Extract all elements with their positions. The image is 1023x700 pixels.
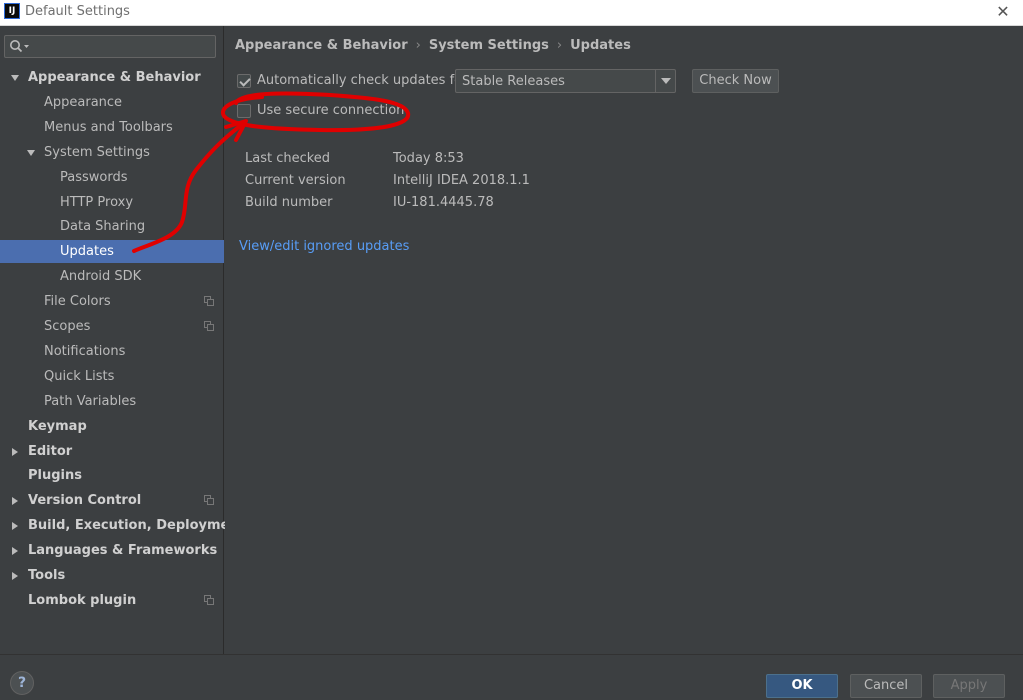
last-checked-value: Today 8:53 bbox=[393, 151, 464, 166]
ok-button[interactable]: OK bbox=[766, 674, 838, 698]
close-icon[interactable]: ✕ bbox=[993, 2, 1013, 22]
sidebar-item-file-colors[interactable]: File Colors bbox=[0, 290, 224, 313]
sidebar-item-version-control[interactable]: Version Control bbox=[0, 489, 224, 512]
sidebar-item-label: Tools bbox=[28, 568, 66, 583]
title-bar: IJ Default Settings ✕ bbox=[0, 0, 1023, 26]
sidebar-item-android-sdk[interactable]: Android SDK bbox=[0, 265, 224, 288]
expand-arrow-right-icon[interactable] bbox=[10, 571, 20, 581]
sidebar-item-system-settings[interactable]: System Settings bbox=[0, 141, 224, 164]
sidebar-item-label: Appearance & Behavior bbox=[28, 70, 201, 85]
breadcrumb-item: Updates bbox=[570, 38, 631, 53]
apply-button[interactable]: Apply bbox=[933, 674, 1005, 698]
search-icon bbox=[10, 40, 29, 53]
breadcrumb-separator-icon: › bbox=[415, 38, 421, 53]
sidebar-item-label: Languages & Frameworks bbox=[28, 543, 218, 558]
chevron-down-icon[interactable] bbox=[655, 70, 675, 92]
auto-check-updates-checkbox[interactable] bbox=[237, 74, 251, 88]
update-channel-value: Stable Releases bbox=[462, 74, 565, 89]
sidebar-item-label: Appearance bbox=[44, 95, 123, 110]
sidebar-item-data-sharing[interactable]: Data Sharing bbox=[0, 215, 224, 238]
sidebar-item-label: Quick Lists bbox=[44, 369, 115, 384]
sidebar-item-http-proxy[interactable]: HTTP Proxy bbox=[0, 191, 224, 214]
search-input[interactable] bbox=[4, 35, 216, 58]
project-level-copy-icon bbox=[204, 321, 214, 331]
view-ignored-updates-link[interactable]: View/edit ignored updates bbox=[239, 239, 409, 254]
project-level-copy-icon bbox=[204, 296, 214, 306]
sidebar-item-appearance[interactable]: Appearance bbox=[0, 91, 224, 114]
intellij-app-icon: IJ bbox=[4, 3, 20, 19]
expand-arrow-down-icon[interactable] bbox=[10, 73, 20, 83]
sidebar-item-label: Android SDK bbox=[60, 269, 142, 284]
sidebar-item-editor[interactable]: Editor bbox=[0, 440, 224, 463]
sidebar-item-label: Build, Execution, Deployment bbox=[28, 518, 245, 533]
sidebar-item-label: Passwords bbox=[60, 170, 128, 185]
expand-arrow-down-icon[interactable] bbox=[26, 148, 36, 158]
sidebar-item-passwords[interactable]: Passwords bbox=[0, 166, 224, 189]
build-number-value: IU-181.4445.78 bbox=[393, 195, 494, 210]
sidebar-item-label: Version Control bbox=[28, 493, 142, 508]
sidebar-item-plugins[interactable]: Plugins bbox=[0, 464, 224, 487]
sidebar-item-label: Plugins bbox=[28, 468, 82, 483]
sidebar-item-label: Notifications bbox=[44, 344, 126, 359]
secure-connection-label[interactable]: Use secure connection bbox=[257, 103, 404, 118]
settings-sidebar: Appearance & Behavior Appearance Menus and… bbox=[0, 26, 245, 654]
sidebar-item-updates[interactable]: Updates bbox=[0, 240, 224, 263]
breadcrumb-item: Appearance & Behavior bbox=[235, 38, 408, 53]
sidebar-item-languages-frameworks[interactable]: Languages & Frameworks bbox=[0, 539, 224, 562]
sidebar-item-notifications[interactable]: Notifications bbox=[0, 340, 224, 363]
check-now-button[interactable]: Check Now bbox=[692, 69, 779, 93]
build-number-label: Build number bbox=[245, 195, 333, 210]
sidebar-item-label: Editor bbox=[28, 444, 73, 459]
sidebar-item-menus-and-toolbars[interactable]: Menus and Toolbars bbox=[0, 116, 224, 139]
sidebar-item-label: Scopes bbox=[44, 319, 91, 334]
sidebar-item-lombok-plugin[interactable]: Lombok plugin bbox=[0, 589, 224, 612]
sidebar-item-label: Lombok plugin bbox=[28, 593, 137, 608]
sidebar-item-label: System Settings bbox=[44, 145, 150, 160]
expand-arrow-right-icon[interactable] bbox=[10, 546, 20, 556]
secure-connection-checkbox[interactable] bbox=[237, 104, 251, 118]
sidebar-item-label: Path Variables bbox=[44, 394, 137, 409]
current-version-value: IntelliJ IDEA 2018.1.1 bbox=[393, 173, 530, 188]
breadcrumb-item: System Settings bbox=[428, 38, 549, 53]
sidebar-item-label: Data Sharing bbox=[60, 219, 146, 234]
project-level-copy-icon bbox=[204, 495, 214, 505]
project-level-copy-icon bbox=[204, 595, 214, 605]
sidebar-item-label: File Colors bbox=[44, 294, 111, 309]
last-checked-label: Last checked bbox=[245, 151, 331, 166]
sidebar-item-build-execution-deployment[interactable]: Build, Execution, Deployment bbox=[0, 514, 245, 537]
sidebar-item-path-variables[interactable]: Path Variables bbox=[0, 390, 224, 413]
sidebar-item-quick-lists[interactable]: Quick Lists bbox=[0, 365, 224, 388]
sidebar-item-label: Updates bbox=[60, 244, 114, 259]
help-icon[interactable]: ? bbox=[10, 671, 34, 695]
sidebar-item-label: Keymap bbox=[28, 419, 87, 434]
cancel-button[interactable]: Cancel bbox=[850, 674, 922, 698]
sidebar-item-appearance-behavior[interactable]: Appearance & Behavior bbox=[0, 66, 224, 89]
expand-arrow-right-icon[interactable] bbox=[10, 521, 20, 531]
sidebar-item-label: HTTP Proxy bbox=[60, 195, 134, 210]
dialog-footer: ? OK Cancel Apply bbox=[0, 654, 1023, 700]
expand-arrow-right-icon[interactable] bbox=[10, 496, 20, 506]
sidebar-item-scopes[interactable]: Scopes bbox=[0, 315, 224, 338]
update-channel-select[interactable]: Stable Releases bbox=[455, 69, 676, 93]
breadcrumb-separator-icon: › bbox=[556, 38, 563, 53]
current-version-label: Current version bbox=[245, 173, 346, 188]
breadcrumb: Appearance & Behavior › System Settings › Up… bbox=[235, 38, 631, 53]
updates-panel: Appearance & Behavior › System Settings › Up… bbox=[225, 26, 1023, 654]
sidebar-item-tools[interactable]: Tools bbox=[0, 564, 224, 587]
sidebar-item-keymap[interactable]: Keymap bbox=[0, 415, 224, 438]
sidebar-item-label: Menus and Toolbars bbox=[44, 120, 173, 135]
auto-check-updates-label[interactable]: Automatically check updates for bbox=[257, 73, 467, 88]
window-title: Default Settings bbox=[25, 4, 130, 19]
expand-arrow-right-icon[interactable] bbox=[10, 447, 20, 457]
